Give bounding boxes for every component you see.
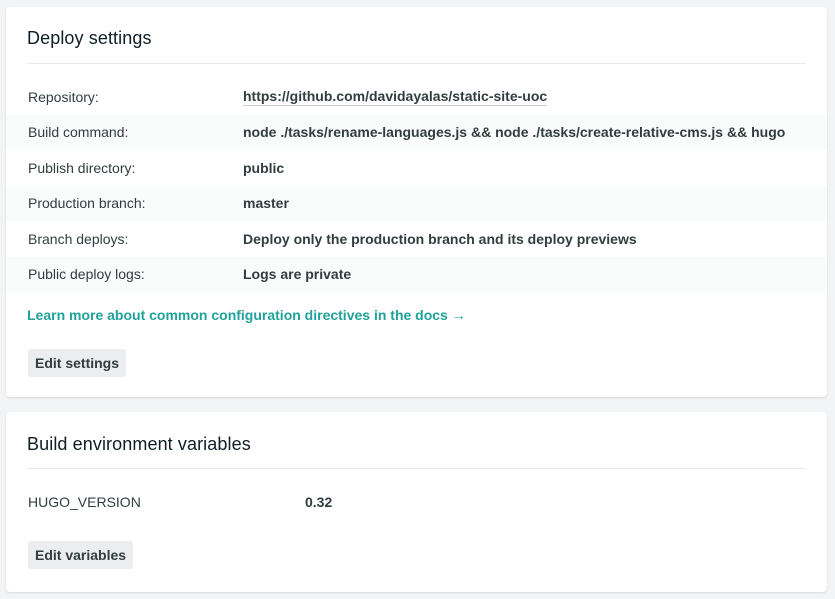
docs-link[interactable]: Learn more about common configuration di…	[27, 307, 466, 323]
env-variable-key: HUGO_VERSION	[28, 494, 141, 510]
build-env-title: Build environment variables	[27, 434, 251, 454]
env-variable-value: 0.32	[305, 494, 333, 510]
settings-label: Production branch:	[28, 195, 146, 212]
settings-value: public	[243, 159, 285, 176]
settings-label: Repository:	[28, 88, 99, 105]
settings-row-public-deploy-logs: Public deploy logs: Logs are private	[6, 256, 827, 292]
divider	[27, 63, 806, 64]
settings-list: Repository: https://github.com/davidayal…	[6, 79, 827, 292]
divider	[27, 468, 806, 469]
deploy-settings-title: Deploy settings	[27, 28, 152, 48]
settings-row-branch-deploys: Branch deploys: Deploy only the producti…	[6, 221, 827, 257]
settings-value: master	[243, 195, 289, 212]
repository-link[interactable]: https://github.com/davidayalas/static-si…	[243, 88, 548, 106]
edit-settings-button[interactable]: Edit settings	[28, 349, 127, 377]
settings-value: Deploy only the production branch and it…	[243, 230, 637, 247]
settings-row-build-command: Build command: node ./tasks/rename-langu…	[6, 114, 827, 150]
settings-row-publish-directory: Publish directory: public	[6, 150, 827, 186]
settings-label: Public deploy logs:	[28, 266, 145, 283]
build-env-card: Build environment variables HUGO_VERSION…	[6, 412, 827, 592]
edit-variables-button[interactable]: Edit variables	[28, 541, 134, 569]
settings-label: Publish directory:	[28, 159, 136, 176]
settings-row-repository: Repository: https://github.com/davidayal…	[6, 79, 827, 115]
settings-value: Logs are private	[243, 266, 352, 283]
settings-label: Branch deploys:	[28, 230, 129, 247]
settings-row-production-branch: Production branch: master	[6, 185, 827, 221]
deploy-settings-card: Deploy settings Repository: https://gith…	[6, 7, 827, 397]
settings-value: node ./tasks/rename-languages.js && node…	[243, 124, 786, 141]
settings-label: Build command:	[28, 124, 129, 141]
